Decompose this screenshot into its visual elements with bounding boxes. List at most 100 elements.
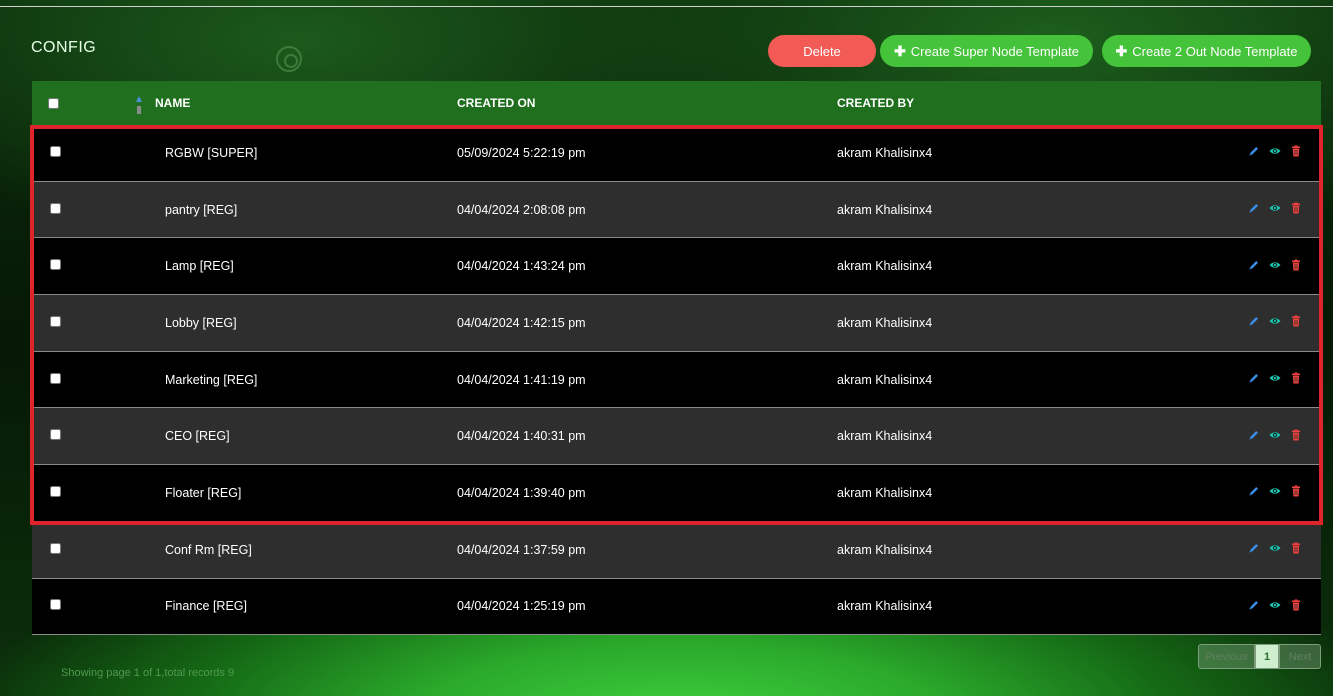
edit-pencil-icon[interactable] — [1248, 372, 1260, 387]
delete-button-label: Delete — [803, 43, 841, 59]
edit-pencil-icon[interactable] — [1248, 259, 1260, 274]
edit-pencil-icon[interactable] — [1248, 145, 1260, 160]
edit-pencil-icon[interactable] — [1248, 429, 1260, 444]
templates-table: NAME CREATED ON CREATED BY RGBW [SUPER] 0… — [32, 81, 1321, 636]
row-checkbox[interactable] — [50, 542, 61, 554]
plus-icon: ✚ — [894, 42, 906, 59]
delete-trash-icon[interactable] — [1290, 202, 1302, 217]
row-created-by: akram Khalisinx4 — [837, 372, 933, 387]
row-actions — [1237, 145, 1321, 160]
column-header-name[interactable]: NAME — [155, 96, 447, 110]
header-checkbox-cell — [32, 97, 165, 109]
row-checkbox-cell — [32, 542, 165, 557]
row-name: Floater [REG] — [165, 485, 242, 500]
row-name: CEO [REG] — [165, 429, 230, 444]
row-created-on: 04/04/2024 1:42:15 pm — [457, 315, 586, 330]
row-checkbox-cell — [32, 372, 165, 387]
delete-button[interactable]: Delete — [768, 35, 876, 67]
view-eye-icon[interactable] — [1269, 599, 1281, 614]
row-created-by: akram Khalisinx4 — [837, 315, 933, 330]
row-checkbox[interactable] — [50, 202, 61, 214]
view-eye-icon[interactable] — [1269, 485, 1281, 500]
row-checkbox-cell — [32, 315, 165, 330]
column-header-created-by[interactable]: CREATED BY — [837, 96, 1237, 110]
row-checkbox-cell — [32, 259, 165, 273]
previous-page-button[interactable]: Previous — [1198, 644, 1255, 669]
row-checkbox[interactable] — [50, 599, 61, 611]
row-name: Finance [REG] — [165, 599, 247, 614]
table-row[interactable]: Lamp [REG] 04/04/2024 1:43:24 pm akram Kha… — [32, 238, 1321, 296]
row-actions — [1237, 485, 1321, 500]
delete-trash-icon[interactable] — [1290, 599, 1302, 614]
top-divider — [0, 6, 1333, 7]
row-actions — [1237, 315, 1321, 330]
page-title: CONFIG — [31, 39, 97, 56]
view-eye-icon[interactable] — [1269, 429, 1281, 444]
row-created-on: 04/04/2024 1:43:24 pm — [457, 259, 586, 274]
plus-icon: ✚ — [1115, 42, 1128, 59]
delete-trash-icon[interactable] — [1290, 485, 1302, 500]
table-row[interactable]: Marketing [REG] 04/04/2024 1:41:19 pm akra… — [32, 351, 1321, 409]
row-actions — [1237, 372, 1321, 387]
view-eye-icon[interactable] — [1269, 259, 1281, 274]
edit-pencil-icon[interactable] — [1248, 599, 1260, 614]
row-checkbox[interactable] — [50, 485, 61, 497]
row-created-by: akram Khalisinx4 — [837, 429, 933, 444]
table-row[interactable]: pantry [REG] 04/04/2024 2:08:08 pm akram K… — [32, 181, 1321, 239]
row-created-on: 04/04/2024 1:37:59 pm — [457, 542, 586, 557]
select-all-checkbox[interactable] — [48, 97, 59, 109]
delete-trash-icon[interactable] — [1290, 429, 1302, 444]
row-created-on: 05/09/2024 5:22:19 pm — [457, 145, 586, 160]
table-row[interactable]: Lobby [REG] 04/04/2024 1:42:15 pm akram Kh… — [32, 295, 1321, 352]
create-super-node-template-button[interactable]: ✚ Create Super Node Template — [880, 35, 1093, 67]
row-checkbox[interactable] — [50, 429, 61, 441]
row-name: Lamp [REG] — [165, 259, 234, 274]
table-row[interactable]: RGBW [SUPER] 05/09/2024 5:22:19 pm akram K… — [32, 125, 1321, 182]
row-name: Lobby [REG] — [165, 315, 237, 330]
column-header-created-on[interactable]: CREATED ON — [457, 96, 837, 110]
edit-pencil-icon[interactable] — [1248, 485, 1260, 500]
table-row[interactable]: CEO [REG] 04/04/2024 1:40:31 pm akram Khal… — [32, 408, 1321, 466]
row-created-by: akram Khalisinx4 — [837, 202, 933, 217]
row-name: Marketing [REG] — [165, 372, 258, 387]
row-name: pantry [REG] — [165, 202, 238, 217]
edit-pencil-icon[interactable] — [1248, 315, 1260, 330]
row-created-on: 04/04/2024 1:41:19 pm — [457, 372, 586, 387]
edit-pencil-icon[interactable] — [1248, 542, 1260, 557]
row-checkbox-cell — [32, 202, 165, 217]
delete-trash-icon[interactable] — [1290, 259, 1302, 274]
delete-trash-icon[interactable] — [1290, 145, 1302, 160]
row-checkbox[interactable] — [50, 259, 61, 271]
table-row[interactable]: Finance [REG] 04/04/2024 1:25:19 pm akram … — [32, 578, 1321, 636]
row-checkbox[interactable] — [50, 315, 61, 327]
delete-trash-icon[interactable] — [1290, 372, 1302, 387]
page-number-button[interactable]: 1 — [1255, 644, 1279, 669]
row-created-by: akram Khalisinx4 — [837, 542, 933, 557]
view-eye-icon[interactable] — [1269, 542, 1281, 557]
view-eye-icon[interactable] — [1269, 372, 1281, 387]
row-actions — [1237, 599, 1321, 614]
table-row[interactable]: Conf Rm [REG] 04/04/2024 1:37:59 pm akram … — [32, 521, 1321, 579]
delete-trash-icon[interactable] — [1290, 542, 1302, 557]
row-actions — [1237, 259, 1321, 274]
row-checkbox-cell — [32, 145, 165, 160]
create-2-out-node-template-button[interactable]: ✚ Create 2 Out Node Template — [1102, 35, 1311, 67]
view-eye-icon[interactable] — [1269, 145, 1281, 160]
sort-icon[interactable] — [135, 95, 143, 115]
view-eye-icon[interactable] — [1269, 315, 1281, 330]
decorative-circle-icon — [276, 46, 302, 72]
delete-trash-icon[interactable] — [1290, 315, 1302, 330]
table-header: NAME CREATED ON CREATED BY — [32, 81, 1321, 125]
row-created-on: 04/04/2024 1:40:31 pm — [457, 429, 586, 444]
row-name: Conf Rm [REG] — [165, 542, 252, 557]
table-row[interactable]: Floater [REG] 04/04/2024 1:39:40 pm akram … — [32, 465, 1321, 522]
row-name: RGBW [SUPER] — [165, 145, 258, 160]
row-checkbox[interactable] — [50, 372, 61, 384]
row-checkbox[interactable] — [50, 145, 61, 157]
records-summary: Showing page 1 of 1,total records 9 — [61, 667, 235, 679]
edit-pencil-icon[interactable] — [1248, 202, 1260, 217]
view-eye-icon[interactable] — [1269, 202, 1281, 217]
row-checkbox-cell — [32, 599, 165, 613]
next-page-button[interactable]: Next — [1279, 644, 1321, 669]
row-actions — [1237, 542, 1321, 557]
